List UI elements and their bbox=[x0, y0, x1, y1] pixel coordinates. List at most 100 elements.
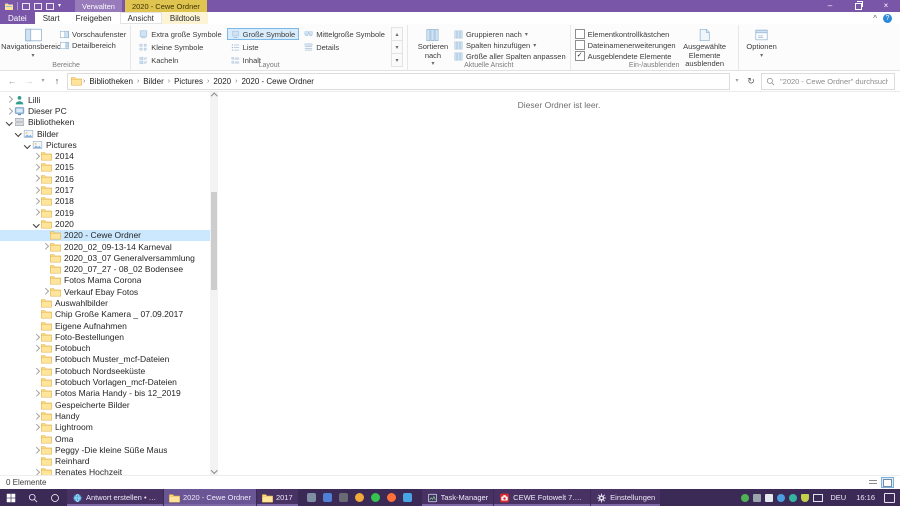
tree-item-foto-bestellungen[interactable]: Foto-Bestellungen bbox=[0, 331, 218, 342]
taskbar-task-cewe-fotowelt-7-1-0[interactable]: CEWE Fotowelt 7.1.0 (... bbox=[494, 489, 590, 506]
expander-icon[interactable] bbox=[32, 176, 41, 181]
qat-icon-3[interactable] bbox=[46, 3, 54, 10]
tree-item-2016[interactable]: 2016 bbox=[0, 173, 218, 184]
taskbar-task-einstellungen[interactable]: Einstellungen bbox=[591, 489, 660, 506]
tree-item-fotobuch[interactable]: Fotobuch bbox=[0, 343, 218, 354]
toggle-vorschaufenster[interactable]: Vorschaufenster bbox=[60, 29, 126, 39]
collapse-ribbon-button[interactable]: ^ bbox=[873, 14, 877, 23]
toggle-detailbereich[interactable]: Detailbereich bbox=[60, 40, 126, 50]
options-button[interactable]: Optionen ▾ bbox=[743, 27, 781, 61]
expander-icon[interactable] bbox=[14, 131, 23, 136]
expander-icon[interactable] bbox=[32, 335, 41, 340]
taskbar-search-button[interactable] bbox=[22, 489, 44, 506]
clock[interactable]: 16:16 bbox=[853, 493, 878, 502]
tree-item-2017[interactable]: 2017 bbox=[0, 184, 218, 195]
cortana-button[interactable] bbox=[44, 489, 66, 506]
tree-item-lilli[interactable]: Lilli bbox=[0, 94, 218, 105]
tray-icon-4[interactable] bbox=[777, 494, 785, 502]
tray-icon-3[interactable] bbox=[765, 494, 773, 502]
recent-locations-chevron[interactable]: ▾ bbox=[39, 78, 47, 84]
tab-freigeben[interactable]: Freigeben bbox=[68, 12, 120, 24]
taskbar-task-antwort-erstellen-ce[interactable]: Antwort erstellen • CE... bbox=[67, 489, 163, 506]
taskbar-task-task-manager[interactable]: Task-Manager bbox=[422, 489, 494, 506]
tree-item-2020[interactable]: 2020 bbox=[0, 218, 218, 229]
help-button[interactable]: ? bbox=[883, 14, 892, 23]
tree-item-2020-02-09-13-14-karneval[interactable]: 2020_02_09-13-14 Karneval bbox=[0, 241, 218, 252]
tree-item-2020-cewe-ordner[interactable]: 2020 - Cewe Ordner bbox=[0, 230, 218, 241]
refresh-button[interactable]: ↻ bbox=[744, 76, 758, 87]
expander-icon[interactable] bbox=[32, 222, 41, 227]
expander-icon[interactable] bbox=[32, 210, 41, 215]
navigation-pane-button[interactable]: Navigationsbereich ▾ bbox=[6, 27, 60, 61]
expander-icon[interactable] bbox=[32, 470, 41, 475]
tree-item-peggy-die-kleine-süße-maus[interactable]: Peggy -Die kleine Süße Maus bbox=[0, 444, 218, 455]
layout-mittelgroße-symbole[interactable]: Mittelgroße Symbole bbox=[300, 28, 389, 40]
tree-item-pictures[interactable]: Pictures bbox=[0, 139, 218, 150]
up-button[interactable]: ↑ bbox=[50, 77, 64, 86]
tree-item-oma[interactable]: Oma bbox=[0, 433, 218, 444]
pinned-app-6-icon[interactable] bbox=[387, 493, 396, 502]
address-dropdown-chevron[interactable]: ▾ bbox=[733, 78, 741, 84]
expander-icon[interactable] bbox=[32, 188, 41, 193]
breadcrumb-item-2020[interactable]: 2020 bbox=[210, 77, 234, 86]
tab-bildtools[interactable]: Bildtools bbox=[162, 12, 208, 24]
tray-icon-1[interactable] bbox=[741, 494, 749, 502]
pinned-app-4-icon[interactable] bbox=[355, 493, 364, 502]
pinned-app-5-icon[interactable] bbox=[371, 493, 380, 502]
search-input[interactable] bbox=[778, 76, 890, 87]
expander-icon[interactable] bbox=[41, 289, 50, 294]
breadcrumb[interactable]: ›Bibliotheken›Bilder›Pictures›2020›2020 … bbox=[67, 73, 730, 90]
large-icons-view-button[interactable] bbox=[881, 477, 894, 488]
pinned-app-2-icon[interactable] bbox=[323, 493, 332, 502]
tree-item-2015[interactable]: 2015 bbox=[0, 162, 218, 173]
pinned-app-1-icon[interactable] bbox=[307, 493, 316, 502]
details-view-button[interactable] bbox=[866, 477, 879, 488]
checkbox-ausgeblendete-elemente[interactable]: ✓Ausgeblendete Elemente bbox=[575, 51, 676, 61]
tab-ansicht[interactable]: Ansicht bbox=[120, 12, 162, 24]
tab-start[interactable]: Start bbox=[35, 12, 68, 24]
taskbar-task-2020-cewe-ordner[interactable]: 2020 - Cewe Ordner bbox=[164, 489, 256, 506]
tree-item-dieser-pc[interactable]: Dieser PC bbox=[0, 105, 218, 116]
expander-icon[interactable] bbox=[5, 109, 14, 114]
view-spalten-hinzufügen[interactable]: Spalten hinzufügen▾ bbox=[454, 40, 566, 50]
tree-item-eigene-aufnahmen[interactable]: Eigene Aufnahmen bbox=[0, 320, 218, 331]
expander-icon[interactable] bbox=[32, 199, 41, 204]
tree-item-lightroom[interactable]: Lightroom bbox=[0, 422, 218, 433]
tree-item-gespeicherte-bilder[interactable]: Gespeicherte Bilder bbox=[0, 399, 218, 410]
expander-icon[interactable] bbox=[5, 120, 14, 125]
layout-kleine-symbole[interactable]: Kleine Symbole bbox=[135, 41, 225, 53]
qat-customize-chevron[interactable]: ▾ bbox=[58, 3, 61, 9]
gallery-scroll-down-button[interactable]: ▾ bbox=[391, 40, 403, 54]
tree-item-bilder[interactable]: Bilder bbox=[0, 128, 218, 139]
tray-icon-5[interactable] bbox=[789, 494, 797, 502]
breadcrumb-item-bibliotheken[interactable]: Bibliotheken bbox=[86, 77, 136, 86]
qat-icon-2[interactable] bbox=[34, 3, 42, 10]
expander-icon[interactable] bbox=[32, 154, 41, 159]
tree-item-fotos-mama-corona[interactable]: Fotos Mama Corona bbox=[0, 275, 218, 286]
checkbox-elementkontrollkästchen[interactable]: Elementkontrollkästchen bbox=[575, 29, 676, 39]
tree-item-2020-07-27-08-02-bodensee[interactable]: 2020_07_27 - 08_02 Bodensee bbox=[0, 263, 218, 274]
expander-icon[interactable] bbox=[32, 448, 41, 453]
tree-item-fotobuch-muster-mcf-dateien[interactable]: Fotobuch Muster_mcf-Dateien bbox=[0, 354, 218, 365]
tree-item-fotobuch-vorlagen-mcf-dateien[interactable]: Fotobuch Vorlagen_mcf-Dateien bbox=[0, 376, 218, 387]
breadcrumb-item-pictures[interactable]: Pictures bbox=[171, 77, 206, 86]
tree-item-2020-03-07-generalversammlung[interactable]: 2020_03_07 Generalversammlung bbox=[0, 252, 218, 263]
scroll-up-arrow[interactable] bbox=[210, 92, 218, 101]
tree-scrollbar[interactable] bbox=[210, 92, 218, 475]
taskbar-task-2017[interactable]: 2017 bbox=[257, 489, 298, 506]
layout-details[interactable]: Details bbox=[300, 41, 389, 53]
minimize-button[interactable]: – bbox=[816, 0, 844, 12]
tree-item-fotobuch-nordseeküste[interactable]: Fotobuch Nordseeküste bbox=[0, 365, 218, 376]
tree-item-renates-hochzeit[interactable]: Renates Hochzeit bbox=[0, 467, 218, 475]
view-größe-aller-spalten-anpassen[interactable]: Größe aller Spalten anpassen bbox=[454, 51, 566, 61]
tree-item-chip-große-kamera-07-09-2017[interactable]: Chip Große Kamera _ 07.09.2017 bbox=[0, 309, 218, 320]
breadcrumb-item-2020-cewe-ordner[interactable]: 2020 - Cewe Ordner bbox=[238, 77, 316, 86]
layout-große-symbole[interactable]: Große Symbole bbox=[227, 28, 300, 40]
expander-icon[interactable] bbox=[32, 346, 41, 351]
expander-icon[interactable] bbox=[32, 369, 41, 374]
back-button[interactable]: ← bbox=[5, 77, 19, 86]
expander-icon[interactable] bbox=[32, 425, 41, 430]
scrollbar-thumb[interactable] bbox=[211, 192, 217, 290]
scroll-down-arrow[interactable] bbox=[210, 466, 218, 475]
tray-icon-7[interactable] bbox=[813, 494, 823, 502]
